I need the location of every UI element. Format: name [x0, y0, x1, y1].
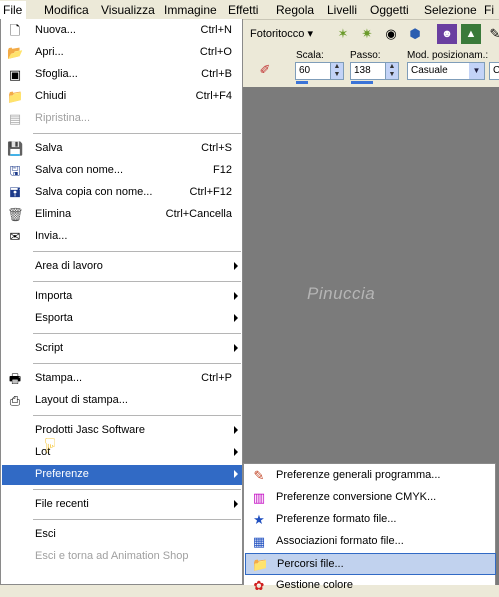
menu-item-salva-con-nome[interactable]: 🖫 Salva con nome... F12	[2, 161, 242, 181]
submenu-item-associazioni[interactable]: ▦ Associazioni formato file...	[245, 531, 496, 553]
submenu-arrow-icon	[234, 448, 238, 456]
passo-progress	[351, 81, 373, 84]
menu-item-esci-animation-shop: Esci e torna ad Animation Shop	[35, 550, 189, 562]
passo-label: Passo:	[350, 50, 381, 61]
submenu-item-percorsi-file[interactable]: 📁 Percorsi file...	[245, 553, 496, 575]
scala-progress	[296, 81, 308, 84]
menu-livelli[interactable]: Livelli	[327, 3, 357, 17]
menu-item-file-recenti[interactable]: File recenti	[2, 495, 242, 515]
submenu-item-formato-file[interactable]: ★ Preferenze formato file...	[245, 509, 496, 531]
dropper-icon[interactable]: ✎	[485, 24, 499, 44]
brush-eraser-icon[interactable]: ✐	[255, 60, 275, 80]
watermark: Pinuccia	[307, 284, 376, 303]
extra-select[interactable]: C	[489, 62, 499, 80]
menu-item-prodotti-jasc[interactable]: Prodotti Jasc Software	[2, 421, 242, 441]
menu-item-ripristina: ▤ Ripristina...	[8, 111, 91, 126]
cube-icon[interactable]: ⬢	[405, 24, 425, 44]
menu-visualizza[interactable]: Visualizza	[101, 3, 155, 17]
submenu-arrow-icon	[234, 262, 238, 270]
toolbar: Fotoritocco ▾ ✶ ✷ ◉ ⬢ ☻ ▲ ✎ ✐ Scala: 60 …	[243, 20, 499, 86]
print-layout-icon: ⎙	[9, 393, 21, 408]
menu-item-lot[interactable]: Lot	[2, 443, 242, 463]
scala-spinner[interactable]: 60 ▲ ▼	[295, 62, 344, 80]
menu-item-apri[interactable]: 📂 Apri... Ctrl+O	[2, 43, 242, 63]
spinner-arrows-icon[interactable]: ▲ ▼	[330, 63, 343, 79]
trash-icon: 🗑	[7, 207, 24, 222]
menu-item-salva-copia[interactable]: 🖬 Salva copia con nome... Ctrl+F12	[2, 183, 242, 203]
save-icon: 💾	[7, 141, 24, 156]
menu-item-nuova[interactable]: 🗋 Nuova... Ctrl+N	[2, 21, 242, 41]
submenu-arrow-icon	[234, 470, 238, 478]
menu-separator	[33, 281, 241, 282]
menu-separator	[33, 519, 241, 520]
portrait-icon[interactable]: ☻	[437, 24, 457, 44]
landscape-icon[interactable]: ▲	[461, 24, 481, 44]
file-format-icon: ★	[253, 512, 265, 527]
preferences-submenu: ✎ Preferenze generali programma... ▥ Pre…	[243, 463, 496, 593]
submenu-arrow-icon	[234, 426, 238, 434]
spinner-arrows-icon[interactable]: ▲ ▼	[385, 63, 398, 79]
menu-file[interactable]: File	[0, 1, 27, 19]
browse-icon: ▣	[8, 67, 22, 82]
menu-separator	[33, 489, 241, 490]
menu-modifica[interactable]: Modifica	[44, 3, 89, 17]
file-paths-icon: 📁	[252, 557, 269, 572]
menu-separator	[33, 133, 241, 134]
menu-item-salva[interactable]: 💾 Salva Ctrl+S	[2, 139, 242, 159]
print-icon: 🖶	[8, 371, 22, 386]
save-copy-icon: 🖬	[9, 185, 21, 200]
menu-item-esci[interactable]: Esci	[2, 525, 242, 545]
menu-item-area-di-lavoro[interactable]: Area di lavoro	[2, 257, 242, 277]
menu-separator	[33, 251, 241, 252]
menu-item-esporta[interactable]: Esporta	[2, 309, 242, 329]
sparkle-icon[interactable]: ✶	[333, 24, 353, 44]
new-document-icon: 🗋	[9, 23, 21, 38]
menu-item-invia[interactable]: ✉ Invia...	[2, 227, 242, 247]
menu-immagine[interactable]: Immagine	[164, 3, 217, 17]
cmyk-icon: ▥	[252, 490, 266, 505]
open-folder-icon: 📂	[7, 45, 24, 60]
submenu-arrow-icon	[234, 314, 238, 322]
save-as-icon: 🖫	[9, 163, 21, 178]
passo-spinner[interactable]: 138 ▲ ▼	[350, 62, 399, 80]
menu-oggetti[interactable]: Oggetti	[370, 3, 409, 17]
mod-label: Mod. posizionam.:	[407, 50, 489, 61]
file-association-icon: ▦	[252, 534, 266, 549]
sparkle-brush-icon[interactable]: ✷	[357, 24, 377, 44]
photo-retouch-dropdown[interactable]: Fotoritocco ▾	[250, 27, 313, 40]
general-preferences-icon: ✎	[253, 468, 265, 483]
menu-separator	[33, 333, 241, 334]
submenu-item-cmyk[interactable]: ▥ Preferenze conversione CMYK...	[245, 487, 496, 509]
menu-item-chiudi[interactable]: 📁 Chiudi Ctrl+F4	[2, 87, 242, 107]
menu-item-sfoglia[interactable]: ▣ Sfoglia... Ctrl+B	[2, 65, 242, 85]
menu-item-preferenze[interactable]: Preferenze	[2, 465, 242, 485]
revert-icon: ▤	[8, 111, 22, 126]
close-folder-icon: 📁	[7, 89, 24, 104]
menu-separator	[33, 415, 241, 416]
menu-selezione[interactable]: Selezione	[424, 3, 477, 17]
menu-item-stampa[interactable]: 🖶 Stampa... Ctrl+P	[2, 369, 242, 389]
color-management-icon: ✿	[253, 578, 265, 593]
menu-effetti[interactable]: Effetti	[228, 3, 258, 17]
submenu-arrow-icon	[234, 292, 238, 300]
menu-item-script[interactable]: Script	[2, 339, 242, 359]
menu-item-elimina[interactable]: 🗑 Elimina Ctrl+Cancella	[2, 205, 242, 225]
submenu-item-gestione-colore[interactable]: ✿ Gestione colore	[245, 575, 496, 597]
mod-select[interactable]: Casuale ▼	[407, 62, 485, 80]
submenu-arrow-icon	[234, 344, 238, 352]
submenu-item-preferenze-generali[interactable]: ✎ Preferenze generali programma...	[245, 465, 496, 487]
menu-regola[interactable]: Regola	[276, 3, 314, 17]
menu-item-importa[interactable]: Importa	[2, 287, 242, 307]
send-icon: ✉	[9, 229, 21, 244]
file-menu: 🗋 Nuova... Ctrl+N 📂 Apri... Ctrl+O ▣ Sfo…	[0, 19, 243, 585]
menu-bar: File Modifica Visualizza Immagine Effett…	[0, 0, 499, 20]
pointing-hand-icon: ☝	[44, 433, 57, 455]
submenu-arrow-icon	[234, 500, 238, 508]
menu-finestra[interactable]: Fi	[484, 3, 494, 17]
menu-item-layout-di-stampa[interactable]: ⎙ Layout di stampa...	[2, 391, 242, 411]
chevron-down-icon: ▼	[469, 63, 484, 79]
scala-label: Scala:	[296, 50, 324, 61]
menu-separator	[33, 363, 241, 364]
eye-icon[interactable]: ◉	[381, 24, 401, 44]
